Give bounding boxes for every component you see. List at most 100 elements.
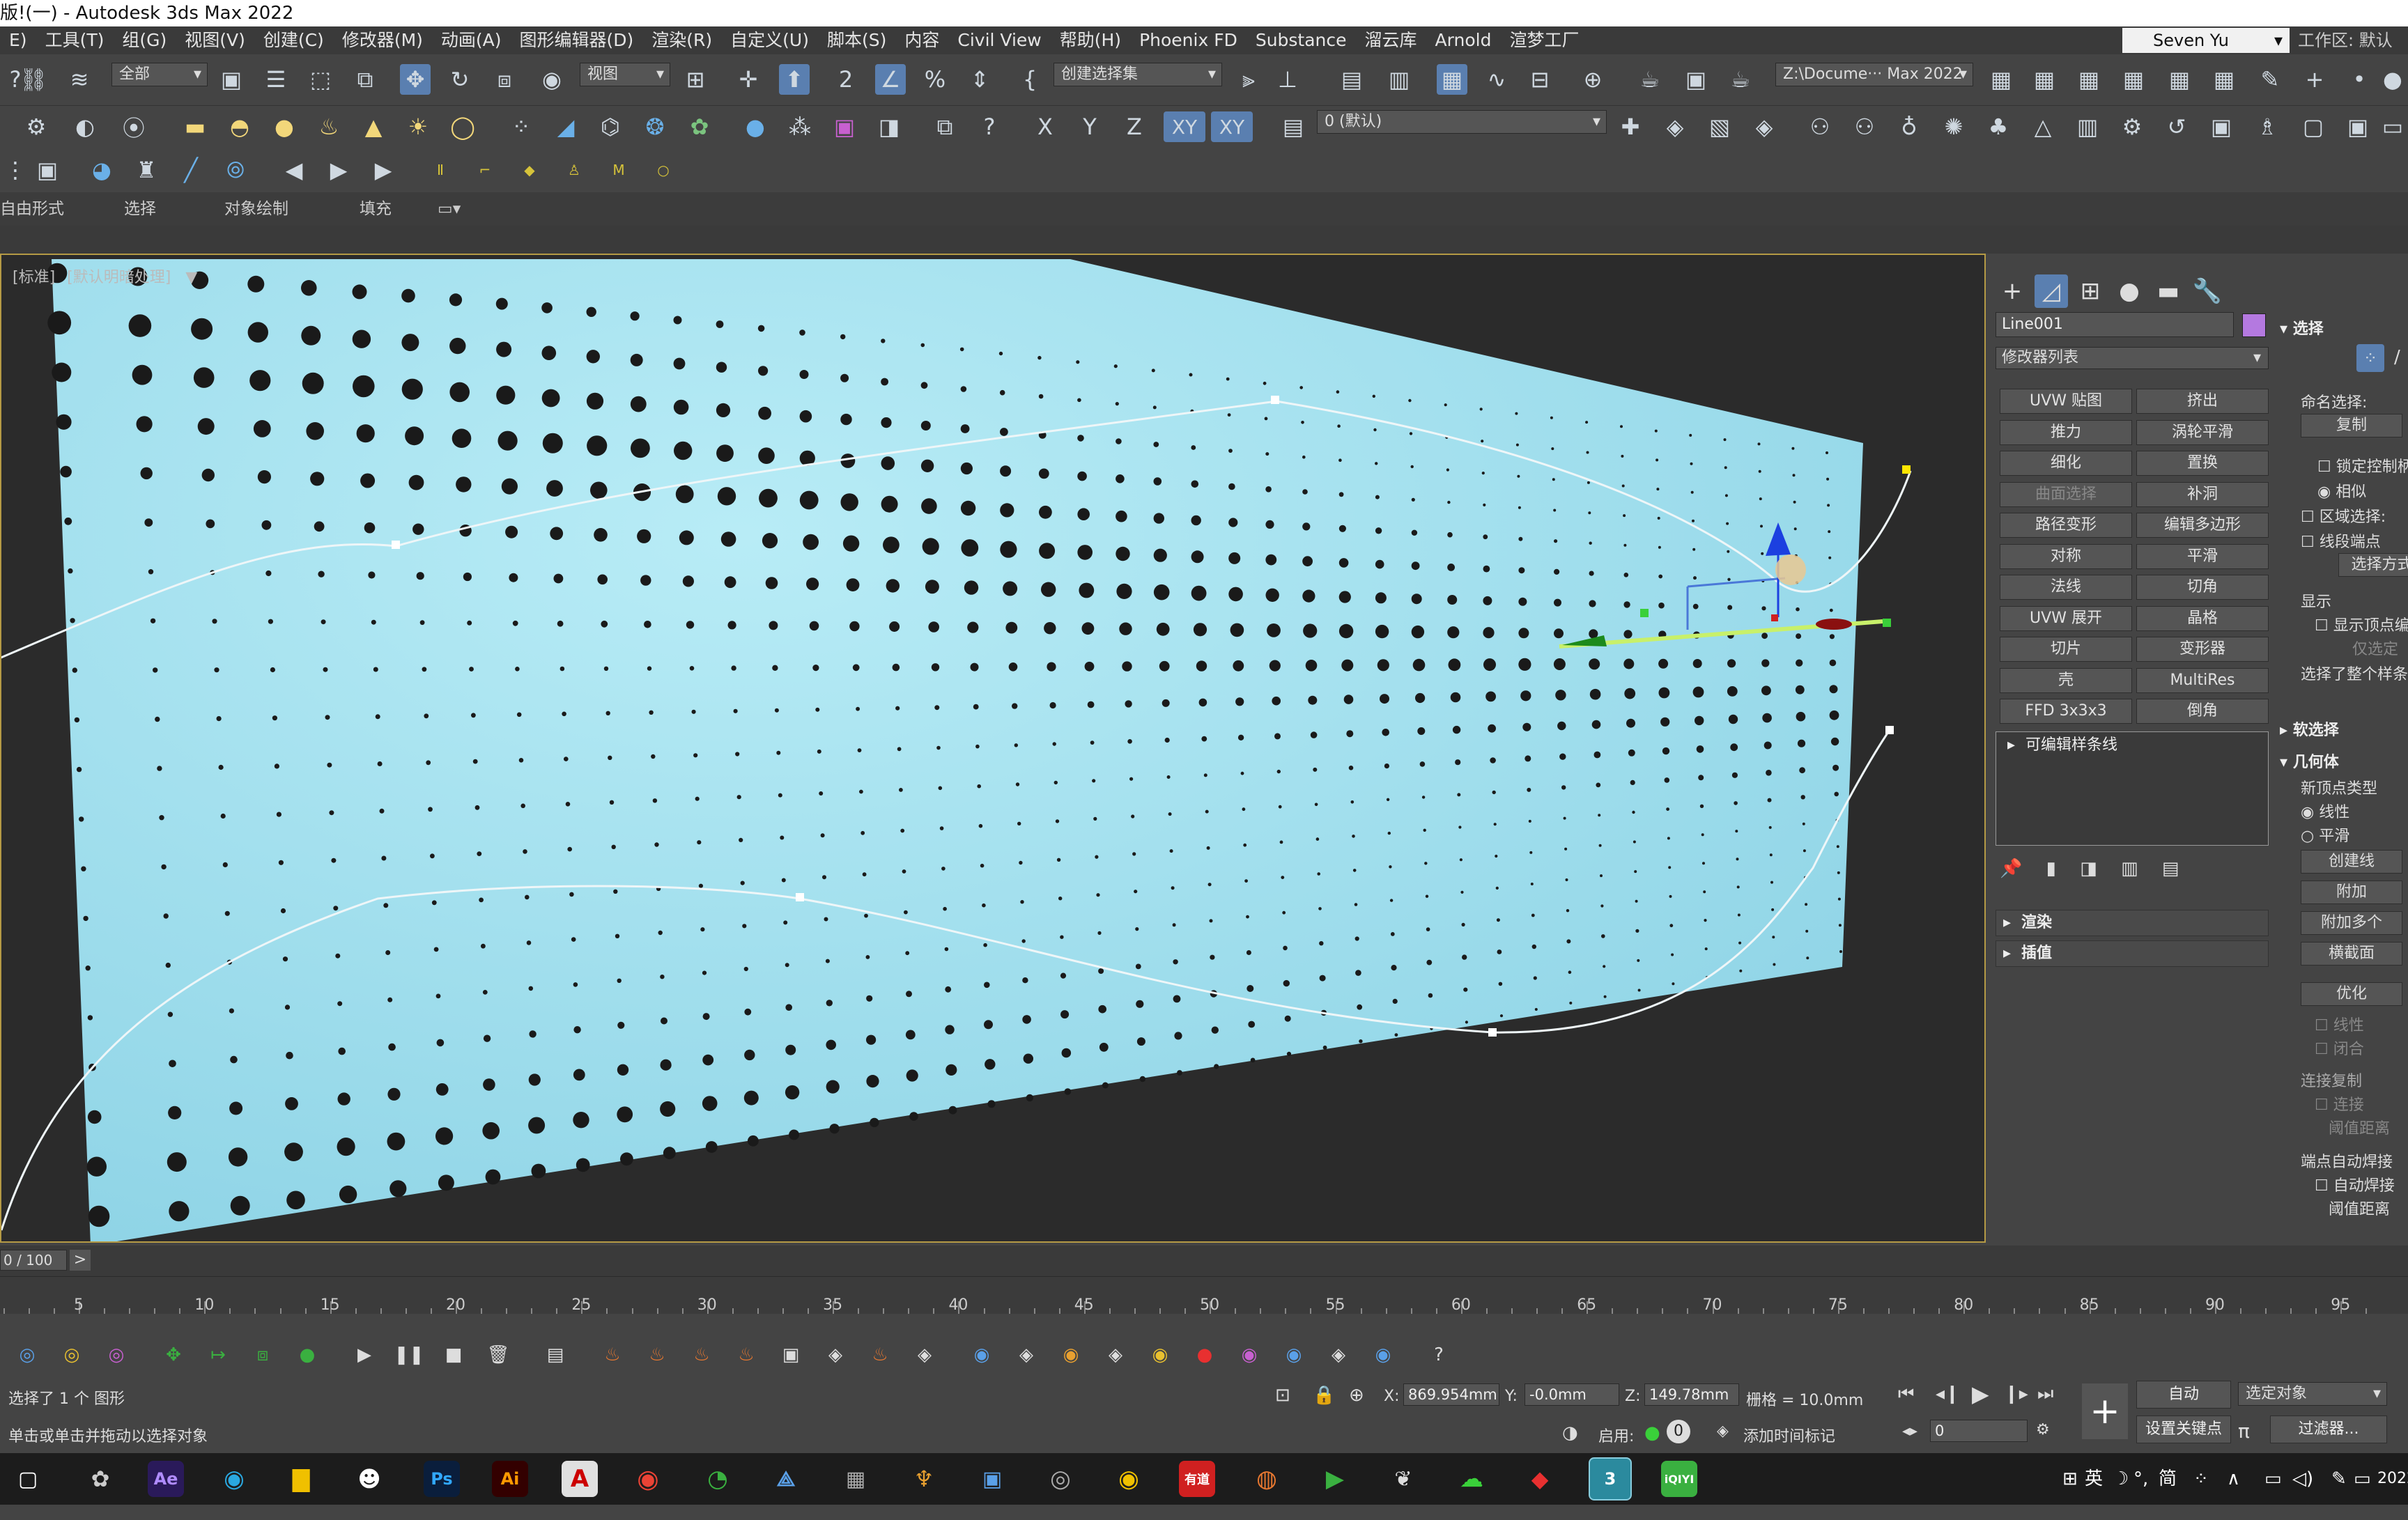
- rect-selection-icon[interactable]: ⬚: [305, 64, 336, 95]
- modifier-button[interactable]: 平滑: [2136, 543, 2269, 569]
- axis-z-button[interactable]: Z: [1119, 111, 1150, 142]
- segment-end-checkbox[interactable]: ☐ 线段端点: [2301, 529, 2381, 552]
- modifier-button[interactable]: 补洞: [2136, 481, 2269, 507]
- menu-item[interactable]: Phoenix FD: [1130, 26, 1247, 54]
- globe-icon[interactable]: ◎: [15, 1343, 39, 1367]
- spline-vertex[interactable]: [1271, 396, 1279, 404]
- unlink-icon[interactable]: ⛓: [18, 64, 49, 95]
- adaptive-degradation-icon[interactable]: ◑: [1562, 1422, 1578, 1443]
- workspace-selector[interactable]: 工作区: 默认: [2290, 28, 2408, 53]
- water-e-icon[interactable]: ◉: [1148, 1343, 1172, 1367]
- keyboard-shortcut-icon[interactable]: ⬆: [779, 64, 810, 95]
- menu-item[interactable]: 渲梦工厂: [1500, 26, 1588, 54]
- align-icon[interactable]: ⊥: [1272, 64, 1303, 95]
- export-icon[interactable]: ▦: [2164, 64, 2195, 95]
- spline-vertex[interactable]: [392, 541, 400, 549]
- tool-e-icon[interactable]: M: [603, 155, 634, 185]
- select-in-layer-icon[interactable]: ◈: [1749, 111, 1780, 142]
- mirror-icon[interactable]: ⫸: [1233, 64, 1264, 95]
- add-time-tag-button[interactable]: 添加时间标记: [1743, 1424, 1835, 1446]
- chevron-up-icon[interactable]: ∧: [2227, 1453, 2240, 1505]
- refine-button[interactable]: 优化: [2301, 982, 2402, 1006]
- reference-coord-dropdown[interactable]: 视图: [580, 63, 670, 86]
- z-coord-field[interactable]: 149.78mm: [1644, 1383, 1739, 1406]
- yellow-app-icon[interactable]: ◉: [1111, 1461, 1147, 1497]
- menu-item[interactable]: 溜云库: [1356, 26, 1426, 54]
- axis-xy-button[interactable]: XY: [1164, 111, 1205, 142]
- folder-icon[interactable]: ▇: [283, 1461, 319, 1497]
- axis-y-button[interactable]: Y: [1074, 111, 1105, 142]
- menu-item[interactable]: Arnold: [1426, 26, 1501, 54]
- youdao-icon[interactable]: 有道: [1179, 1461, 1215, 1497]
- pause-icon[interactable]: ❚❚: [394, 1343, 424, 1367]
- red-app-icon[interactable]: ◆: [1522, 1461, 1558, 1497]
- volume-icon[interactable]: ◁): [2292, 1453, 2313, 1505]
- ime-grid-icon[interactable]: ⊞: [2062, 1453, 2078, 1505]
- remove-modifier-icon[interactable]: ▥: [2121, 858, 2138, 879]
- pivot-center-icon[interactable]: ⊞: [680, 64, 711, 95]
- rollout-interpolation[interactable]: ▸ 插值: [1996, 940, 2269, 967]
- window-icon[interactable]: ▭: [2377, 111, 2408, 142]
- hierarchy-tab-icon[interactable]: ⊞: [2074, 274, 2107, 308]
- motion-tab-icon[interactable]: ●: [2113, 274, 2146, 308]
- chrome-icon[interactable]: ◉: [630, 1461, 666, 1497]
- water-j-icon[interactable]: ◉: [1371, 1343, 1395, 1367]
- goto-end-icon[interactable]: ⏭: [2037, 1383, 2053, 1405]
- cube-a-icon[interactable]: ▣: [779, 1343, 803, 1367]
- key-target-dropdown[interactable]: 选定对象: [2238, 1382, 2387, 1406]
- target-icon[interactable]: ◎: [60, 1343, 84, 1367]
- water-c-icon[interactable]: ◉: [1059, 1343, 1083, 1367]
- feather-icon[interactable]: ❦: [1385, 1461, 1421, 1497]
- dot-icon[interactable]: •: [2344, 64, 2375, 95]
- modifier-button[interactable]: 曲面选择: [2000, 481, 2132, 507]
- circle-icon[interactable]: ●: [2377, 64, 2408, 95]
- modifier-button[interactable]: 变形器: [2136, 637, 2269, 662]
- network-icon[interactable]: ▭: [2264, 1453, 2282, 1505]
- rollout-geometry[interactable]: ▾ 几何体: [2280, 750, 2339, 772]
- refine-closed-checkbox[interactable]: ☐ 闭合: [2315, 1037, 2364, 1059]
- bind-spacewarp-icon[interactable]: ≋: [64, 64, 95, 95]
- lock-handles-checkbox[interactable]: ☐ 锁定控制柄: [2317, 454, 2408, 476]
- water-f-icon[interactable]: ●: [1193, 1343, 1217, 1367]
- menu-item[interactable]: 渲染(R): [642, 26, 721, 54]
- water-i-icon[interactable]: ◈: [1327, 1343, 1350, 1367]
- render-setup-icon[interactable]: ☕: [1635, 64, 1665, 95]
- attach-button[interactable]: 附加: [2301, 881, 2402, 904]
- stop-icon[interactable]: ■: [442, 1343, 465, 1367]
- water-g-icon[interactable]: ◉: [1237, 1343, 1261, 1367]
- color-dots-icon[interactable]: ⁂: [785, 111, 815, 142]
- set-project-icon[interactable]: ▦: [2029, 64, 2060, 95]
- scale-icon[interactable]: ⧈: [489, 64, 520, 95]
- select-object-icon[interactable]: ▣: [216, 64, 247, 95]
- menu-item[interactable]: 帮助(H): [1051, 26, 1130, 54]
- cage-icon[interactable]: ⌬: [595, 111, 626, 142]
- disc-icon[interactable]: ◯: [447, 111, 478, 142]
- pen-tray-icon[interactable]: ✎: [2331, 1453, 2347, 1505]
- light-icon[interactable]: ⚙: [21, 111, 52, 142]
- render-icon[interactable]: ▣: [829, 111, 860, 142]
- menu-item[interactable]: E): [0, 26, 36, 54]
- sunlight-icon[interactable]: ✺: [1938, 111, 1969, 142]
- rollout-soft-selection[interactable]: ▸ 软选择: [2280, 718, 2339, 740]
- copy-button[interactable]: 复制: [2301, 414, 2402, 437]
- zero-indicator-icon[interactable]: 0: [1667, 1420, 1690, 1443]
- fire-e-icon[interactable]: ♨: [868, 1343, 892, 1367]
- helpers-icon[interactable]: ⦿: [118, 111, 149, 142]
- teapot-render-icon[interactable]: ▣: [2206, 111, 2237, 142]
- ribbon-tab-selection[interactable]: 选择: [124, 192, 156, 226]
- frame-icon[interactable]: ▢: [2298, 111, 2329, 142]
- menu-item[interactable]: 动画(A): [432, 26, 511, 54]
- layer-stack-icon[interactable]: ◈: [1660, 111, 1690, 142]
- video-editor-icon[interactable]: ▣: [974, 1461, 1010, 1497]
- auto-key-button[interactable]: 自动: [2136, 1381, 2231, 1409]
- keyboard-tray-icon[interactable]: ▭: [2354, 1453, 2371, 1505]
- modifier-button[interactable]: 对称: [2000, 543, 2132, 569]
- ribbon-toggle-icon[interactable]: ▦: [1437, 64, 1467, 95]
- modifier-button[interactable]: 倒角: [2136, 699, 2269, 724]
- calculator-icon[interactable]: ▦: [838, 1461, 874, 1497]
- schematic-view-icon[interactable]: ⊟: [1525, 64, 1555, 95]
- cube-b-icon[interactable]: ◈: [824, 1343, 847, 1367]
- viewport-label[interactable]: [标准] [默认明暗处理] ▼: [13, 265, 197, 287]
- track-bar[interactable]: 5 10 15 20 25 30 35 40 45 50 55 60 65 70 75 80 85 90 95: [0, 1276, 2408, 1314]
- plus-icon[interactable]: +: [2299, 64, 2330, 95]
